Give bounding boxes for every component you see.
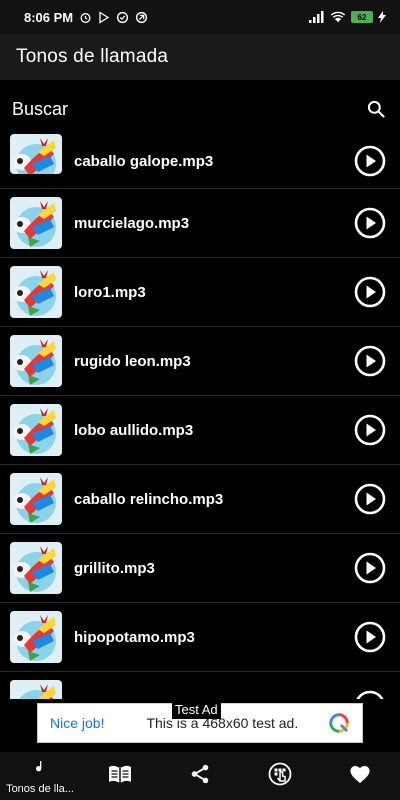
- wifi-icon: [330, 11, 346, 23]
- ringtone-list: caballo galope.mp3 murcielago.mp3 loro1.…: [0, 134, 400, 699]
- parrot-thumbnail-icon: [10, 197, 62, 249]
- nav-tones-label: Tonos de lla...: [6, 782, 74, 795]
- nav-apps[interactable]: [240, 752, 320, 800]
- ringtone-name: patos.mp3: [74, 698, 354, 700]
- parrot-thumbnail-icon: [10, 134, 62, 174]
- list-item[interactable]: murcielago.mp3: [0, 189, 400, 258]
- app-bar: Tonos de llamada: [0, 34, 400, 80]
- music-note-icon: [32, 758, 48, 781]
- nav-book[interactable]: [80, 752, 160, 800]
- list-item[interactable]: caballo galope.mp3: [0, 134, 400, 189]
- ringtone-name: lobo aullido.mp3: [74, 421, 194, 439]
- list-item[interactable]: caballo relincho.mp3: [0, 465, 400, 534]
- ringtone-name: grillito.mp3: [74, 559, 155, 577]
- parrot-thumbnail-icon: [10, 680, 62, 699]
- play-icon[interactable]: [354, 345, 386, 377]
- ringtone-name: rugido leon.mp3: [74, 352, 191, 370]
- list-item[interactable]: loro1.mp3: [0, 258, 400, 327]
- search-icon[interactable]: [364, 97, 388, 121]
- list-item[interactable]: grillito.mp3: [0, 534, 400, 603]
- ad-label: Test Ad: [172, 702, 221, 719]
- ringtone-name: murcielago.mp3: [74, 214, 190, 232]
- apps-touch-icon: [268, 762, 292, 791]
- list-item[interactable]: rugido leon.mp3: [0, 327, 400, 396]
- status-time: 8:06 PM: [24, 9, 74, 25]
- ringtone-name: hipopotamo.mp3: [74, 628, 195, 646]
- bottom-nav: Tonos de lla...: [0, 752, 400, 800]
- ad-text: This is a 468x60 test ad.: [146, 715, 299, 731]
- ringtone-name: loro1.mp3: [74, 283, 146, 301]
- ad-nice-text: Nice job!: [50, 715, 105, 731]
- heart-icon: [349, 764, 371, 789]
- parrot-thumbnail-icon: [10, 266, 62, 318]
- book-icon: [108, 764, 132, 789]
- data-saver-icon: [135, 11, 148, 24]
- ringtone-name: caballo galope.mp3: [74, 152, 214, 170]
- alarm-icon: [79, 11, 92, 24]
- nav-share[interactable]: [160, 752, 240, 800]
- play-icon[interactable]: [354, 207, 386, 239]
- play-store-icon: [98, 10, 110, 24]
- play-icon[interactable]: [354, 552, 386, 584]
- battery-icon: 62: [351, 11, 373, 23]
- play-icon[interactable]: [354, 276, 386, 308]
- signal-icon: [309, 11, 325, 23]
- parrot-thumbnail-icon: [10, 611, 62, 663]
- parrot-thumbnail-icon: [10, 542, 62, 594]
- nav-favorites[interactable]: [320, 752, 400, 800]
- ringtone-name: caballo relincho.mp3: [74, 490, 224, 508]
- search-bar: [0, 92, 400, 126]
- play-icon[interactable]: [354, 621, 386, 653]
- play-icon[interactable]: [354, 483, 386, 515]
- sync-icon: [116, 11, 129, 24]
- nav-tones[interactable]: Tonos de lla...: [0, 752, 80, 800]
- list-item[interactable]: patos.mp3: [0, 672, 400, 699]
- play-icon[interactable]: [354, 690, 386, 699]
- list-item[interactable]: lobo aullido.mp3: [0, 396, 400, 465]
- parrot-thumbnail-icon: [10, 335, 62, 387]
- search-input[interactable]: [12, 98, 364, 120]
- share-icon: [189, 763, 211, 790]
- play-icon[interactable]: [354, 145, 386, 177]
- status-bar: 8:06 PM 62: [0, 0, 400, 34]
- play-icon[interactable]: [354, 414, 386, 446]
- page-title: Tonos de llamada: [16, 46, 169, 67]
- charging-icon: [378, 11, 386, 23]
- parrot-thumbnail-icon: [10, 473, 62, 525]
- parrot-thumbnail-icon: [10, 404, 62, 456]
- list-item[interactable]: hipopotamo.mp3: [0, 603, 400, 672]
- ad-logo-icon: [328, 712, 350, 734]
